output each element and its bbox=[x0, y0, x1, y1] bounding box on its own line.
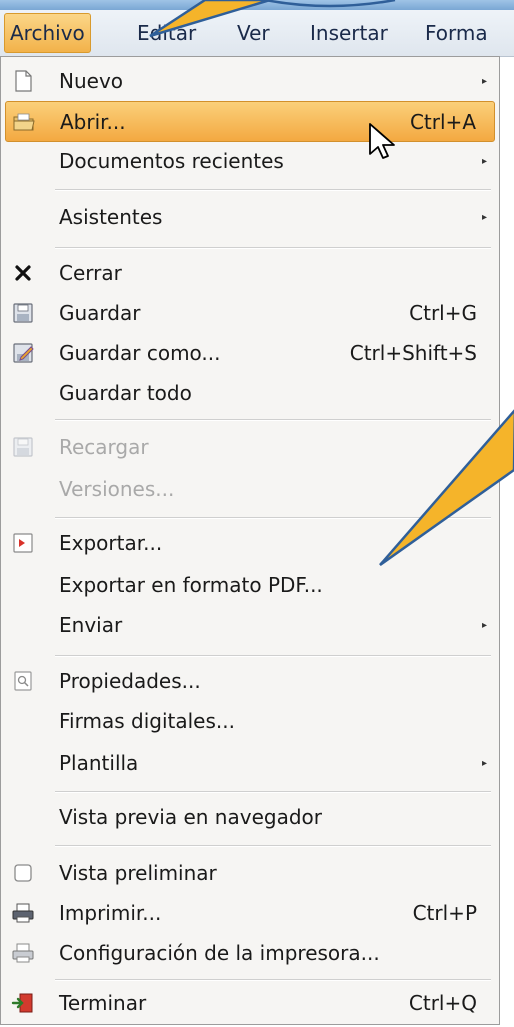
save-as-icon bbox=[13, 343, 34, 363]
menubar-archivo-label: Archivo bbox=[10, 21, 85, 45]
submenu-arrow-icon: ▸ bbox=[481, 620, 487, 631]
menu-item-enviar-label: Enviar bbox=[59, 613, 123, 637]
checkbox-icon[interactable] bbox=[11, 861, 35, 885]
printer-icon bbox=[12, 903, 34, 923]
submenu-arrow-icon: ▸ bbox=[481, 156, 487, 167]
menu-item-terminar[interactable]: Terminar Ctrl+Q bbox=[5, 983, 495, 1024]
submenu-arrow-icon: ▸ bbox=[481, 758, 487, 769]
menu-item-vista-preliminar[interactable]: Vista preliminar bbox=[5, 853, 495, 894]
menu-item-abrir-label: Abrir... bbox=[60, 110, 126, 134]
menubar-formato[interactable]: Forma bbox=[420, 10, 493, 56]
menu-item-exportar-pdf[interactable]: Exportar en formato PDF... bbox=[5, 565, 495, 606]
new-document-icon bbox=[15, 70, 32, 92]
menu-item-imprimir[interactable]: Imprimir... Ctrl+P bbox=[5, 893, 495, 934]
properties-icon bbox=[14, 671, 32, 691]
menubar-ver[interactable]: Ver bbox=[232, 10, 275, 56]
reload-icon bbox=[13, 437, 33, 457]
menu-item-cerrar-label: Cerrar bbox=[59, 261, 122, 285]
menu-item-enviar[interactable]: Enviar ▸ bbox=[5, 605, 495, 646]
menu-item-recargar-label: Recargar bbox=[59, 435, 149, 459]
menubar-archivo[interactable]: Archivo bbox=[4, 13, 91, 53]
menu-item-nuevo[interactable]: Nuevo ▸ bbox=[5, 61, 495, 102]
menu-item-guardar-como-shortcut: Ctrl+Shift+S bbox=[349, 341, 477, 365]
archivo-menu: Nuevo ▸ Abrir... Ctrl+A Documentos recie… bbox=[0, 56, 500, 1025]
mouse-cursor-icon bbox=[369, 123, 395, 159]
printer-settings-icon bbox=[12, 943, 34, 963]
open-folder-icon bbox=[13, 113, 35, 131]
menu-item-abrir[interactable]: Abrir... Ctrl+A bbox=[5, 101, 495, 142]
menu-item-plantilla-label: Plantilla bbox=[59, 751, 139, 775]
menubar-ver-label: Ver bbox=[237, 21, 270, 45]
menu-item-vista-previa-navegador-label: Vista previa en navegador bbox=[59, 805, 322, 829]
menu-separator bbox=[55, 791, 491, 793]
submenu-arrow-icon: ▸ bbox=[481, 212, 487, 223]
menu-item-cerrar[interactable]: Cerrar bbox=[5, 253, 495, 294]
close-icon bbox=[15, 265, 31, 281]
menu-separator bbox=[55, 517, 491, 519]
menu-item-firmas-digitales-label: Firmas digitales... bbox=[59, 709, 235, 733]
menu-separator bbox=[55, 979, 491, 981]
menu-item-configuracion-impresora-label: Configuración de la impresora... bbox=[59, 941, 380, 965]
menu-item-plantilla[interactable]: Plantilla ▸ bbox=[5, 743, 495, 784]
submenu-arrow-icon: ▸ bbox=[481, 76, 487, 87]
menu-item-guardar-todo-label: Guardar todo bbox=[59, 381, 192, 405]
menu-item-terminar-label: Terminar bbox=[59, 991, 147, 1015]
menu-item-exportar-label: Exportar... bbox=[59, 531, 163, 555]
menu-item-recargar: Recargar bbox=[5, 427, 495, 468]
menu-item-terminar-shortcut: Ctrl+Q bbox=[408, 991, 477, 1015]
menu-item-imprimir-shortcut: Ctrl+P bbox=[412, 901, 477, 925]
menu-item-propiedades-label: Propiedades... bbox=[59, 669, 201, 693]
menu-item-propiedades[interactable]: Propiedades... bbox=[5, 661, 495, 702]
menu-item-documentos-recientes[interactable]: Documentos recientes ▸ bbox=[5, 141, 495, 182]
menu-item-vista-previa-navegador[interactable]: Vista previa en navegador bbox=[5, 797, 495, 838]
menu-separator bbox=[55, 419, 491, 421]
menubar-insertar[interactable]: Insertar bbox=[305, 10, 393, 56]
menu-item-versiones: Versiones... bbox=[5, 469, 495, 510]
save-icon bbox=[13, 303, 33, 323]
menu-item-vista-preliminar-label: Vista preliminar bbox=[59, 861, 217, 885]
menu-item-guardar-todo[interactable]: Guardar todo bbox=[5, 373, 495, 414]
menu-item-guardar-como-label: Guardar como... bbox=[59, 341, 221, 365]
menubar-insertar-label: Insertar bbox=[310, 21, 388, 45]
menu-item-guardar-shortcut: Ctrl+G bbox=[409, 301, 477, 325]
menu-item-configuracion-impresora[interactable]: Configuración de la impresora... bbox=[5, 933, 495, 974]
menu-item-imprimir-label: Imprimir... bbox=[59, 901, 162, 925]
exit-icon bbox=[11, 993, 33, 1013]
menu-separator bbox=[55, 655, 491, 657]
menu-item-firmas-digitales[interactable]: Firmas digitales... bbox=[5, 701, 495, 742]
menu-item-guardar[interactable]: Guardar Ctrl+G bbox=[5, 293, 495, 334]
export-icon bbox=[13, 533, 33, 553]
menu-item-exportar-pdf-label: Exportar en formato PDF... bbox=[59, 573, 323, 597]
window-top-strip bbox=[0, 0, 514, 10]
menu-item-asistentes-label: Asistentes bbox=[59, 205, 163, 229]
menu-separator bbox=[55, 845, 491, 847]
menu-item-asistentes[interactable]: Asistentes ▸ bbox=[5, 197, 495, 238]
menu-bar: Archivo Editar Ver Insertar Forma bbox=[0, 10, 514, 57]
menu-item-abrir-shortcut: Ctrl+A bbox=[409, 110, 476, 134]
menu-separator bbox=[55, 189, 491, 191]
menu-item-exportar[interactable]: Exportar... bbox=[5, 523, 495, 564]
menubar-formato-label: Forma bbox=[425, 21, 488, 45]
menu-item-documentos-recientes-label: Documentos recientes bbox=[59, 149, 284, 173]
menu-item-guardar-como[interactable]: Guardar como... Ctrl+Shift+S bbox=[5, 333, 495, 374]
menubar-editar-label: Editar bbox=[137, 21, 197, 45]
menu-item-versiones-label: Versiones... bbox=[59, 477, 175, 501]
menubar-editar[interactable]: Editar bbox=[132, 10, 201, 56]
menu-item-nuevo-label: Nuevo bbox=[59, 69, 124, 93]
menu-separator bbox=[55, 247, 491, 249]
menu-item-guardar-label: Guardar bbox=[59, 301, 141, 325]
